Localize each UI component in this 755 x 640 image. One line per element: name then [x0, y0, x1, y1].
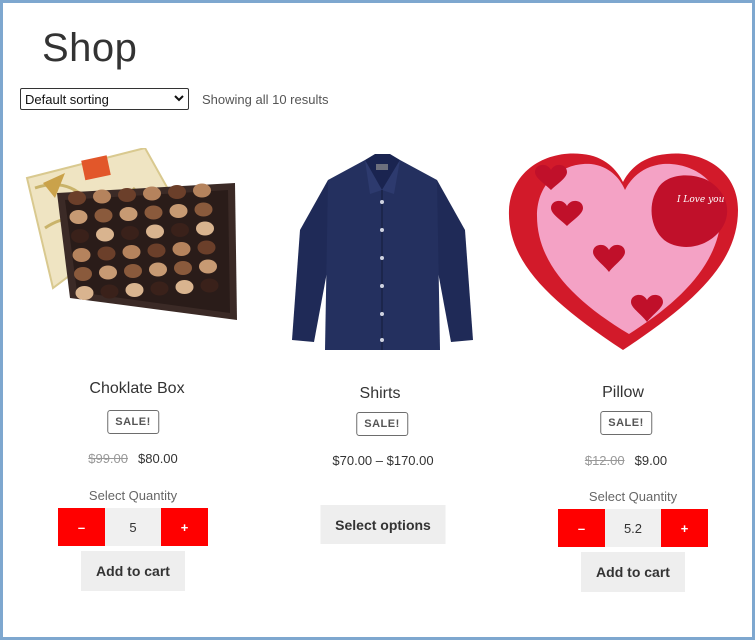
- sale-price: $80.00: [138, 451, 178, 466]
- sort-select[interactable]: Default sorting: [20, 88, 189, 110]
- product-title[interactable]: Shirts: [360, 385, 401, 403]
- pillow-text: I Love you: [676, 195, 725, 205]
- product-price: $99.00 $80.00: [88, 451, 178, 466]
- select-options-button[interactable]: Select options: [320, 505, 446, 544]
- product-title[interactable]: Pillow: [602, 384, 644, 402]
- result-count: Showing all 10 results: [202, 92, 329, 107]
- sale-badge: SALE!: [356, 412, 408, 436]
- sale-badge: SALE!: [600, 411, 652, 435]
- sale-badge: SALE!: [107, 410, 159, 434]
- quantity-stepper: – 5 +: [58, 508, 208, 546]
- heart-pillow-image[interactable]: I Love you: [507, 150, 740, 355]
- navy-shirt-image[interactable]: [290, 150, 475, 350]
- increase-quantity-button[interactable]: +: [161, 508, 208, 546]
- quantity-input[interactable]: 5.2: [605, 509, 661, 547]
- product-title[interactable]: Choklate Box: [89, 380, 184, 398]
- sale-price: $9.00: [634, 453, 668, 468]
- old-price: $12.00: [584, 453, 625, 468]
- quantity-label: Select Quantity: [88, 488, 178, 503]
- quantity-input[interactable]: 5: [105, 508, 161, 546]
- decrease-quantity-button[interactable]: –: [558, 509, 605, 547]
- chevron-down-icon: [174, 93, 184, 105]
- increase-quantity-button[interactable]: +: [661, 509, 708, 547]
- sort-select-value: Default sorting: [25, 91, 109, 107]
- add-to-cart-button[interactable]: Add to cart: [81, 551, 185, 591]
- old-price: $99.00: [88, 451, 128, 466]
- decrease-quantity-button[interactable]: –: [58, 508, 105, 546]
- quantity-stepper: – 5.2 +: [558, 509, 708, 547]
- price-range: $70.00 – $170.00: [332, 453, 434, 468]
- quantity-label: Select Quantity: [588, 489, 678, 504]
- page-title: Shop: [42, 26, 138, 70]
- product-price: $12.00 $9.00: [585, 453, 667, 468]
- add-to-cart-button[interactable]: Add to cart: [581, 552, 685, 592]
- chocolate-box-image[interactable]: [25, 146, 240, 328]
